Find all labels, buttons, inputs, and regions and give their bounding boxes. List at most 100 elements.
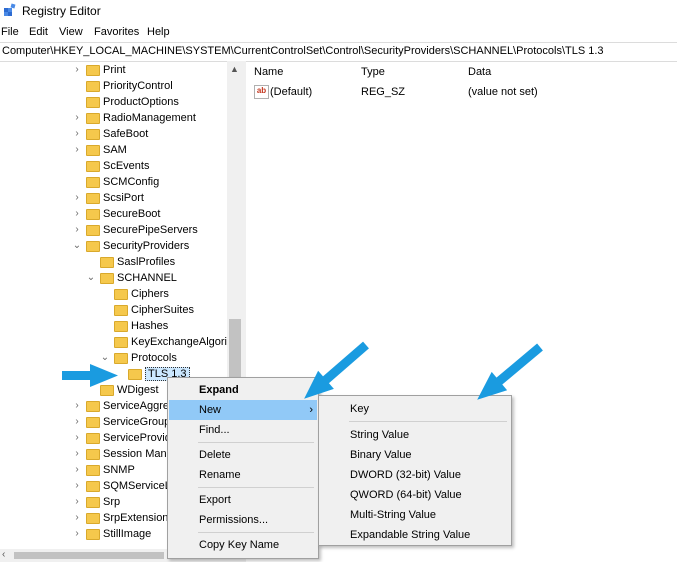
tree-item[interactable]: ⌄ Protocols (0, 351, 227, 367)
expand-chevron-icon[interactable]: › (72, 64, 82, 75)
expand-chevron-icon[interactable]: › (72, 192, 82, 203)
tree-item[interactable]: ⌄ SecurityProviders (0, 239, 227, 255)
menu-favorites[interactable]: Favorites (94, 26, 139, 38)
tree-item[interactable]: Ciphers (0, 287, 227, 303)
expand-chevron-icon[interactable]: › (72, 432, 82, 443)
tree-item[interactable]: › ScsiPort (0, 191, 227, 207)
folder-icon (86, 113, 100, 124)
context-item-expand[interactable]: Expand (169, 380, 317, 400)
expand-chevron-icon[interactable]: › (72, 224, 82, 235)
tree-item-label: StillImage (103, 528, 152, 540)
tree-item[interactable]: CipherSuites (0, 303, 227, 319)
column-header-type[interactable]: Type (361, 66, 385, 78)
expand-chevron-icon[interactable]: › (72, 512, 82, 523)
tree-item[interactable]: › SafeBoot (0, 127, 227, 143)
expand-chevron-icon[interactable]: › (72, 464, 82, 475)
folder-icon (114, 289, 128, 300)
expand-chevron-icon[interactable]: › (72, 128, 82, 139)
expand-chevron-icon[interactable]: › (72, 112, 82, 123)
folder-icon (86, 193, 100, 204)
expand-chevron-icon[interactable]: › (72, 496, 82, 507)
new-item-string-value[interactable]: String Value (320, 425, 510, 445)
menu-help[interactable]: Help (147, 26, 170, 38)
string-value-icon: ab (254, 85, 269, 99)
tree-item[interactable]: ScEvents (0, 159, 227, 175)
expand-chevron-icon[interactable]: › (72, 528, 82, 539)
context-item-permissions[interactable]: Permissions... (169, 510, 317, 530)
collapse-chevron-icon[interactable]: ⌄ (86, 272, 96, 283)
tree-item[interactable]: PriorityControl (0, 79, 227, 95)
context-item-label: Permissions... (199, 514, 269, 526)
column-header-name[interactable]: Name (254, 66, 283, 78)
tree-item-label: ServiceAggreg (103, 400, 176, 412)
new-item-dword-32-bit-value[interactable]: DWORD (32-bit) Value (320, 465, 510, 485)
menu-file[interactable]: File (1, 26, 19, 38)
context-item-label: Export (199, 494, 231, 506)
new-item-qword-64-bit-value[interactable]: QWORD (64-bit) Value (320, 485, 510, 505)
folder-icon (100, 273, 114, 284)
folder-icon (86, 465, 100, 476)
expand-chevron-icon[interactable]: › (72, 416, 82, 427)
folder-icon (86, 177, 100, 188)
tree-item-label: SecurePipeServers (103, 224, 198, 236)
folder-icon (86, 129, 100, 140)
new-item-binary-value[interactable]: Binary Value (320, 445, 510, 465)
context-item-copy-key-name[interactable]: Copy Key Name (169, 535, 317, 555)
new-item-label: QWORD (64-bit) Value (350, 489, 462, 501)
new-item-expandable-string-value[interactable]: Expandable String Value (320, 525, 510, 545)
tree-item[interactable]: › SecurePipeServers (0, 223, 227, 239)
expand-chevron-icon[interactable]: › (72, 400, 82, 411)
folder-icon (86, 161, 100, 172)
folder-icon (86, 513, 100, 524)
new-item-label: Key (350, 403, 369, 415)
context-item-new[interactable]: New › (169, 400, 317, 420)
tree-item[interactable]: KeyExchangeAlgorit (0, 335, 230, 351)
address-bar[interactable]: Computer\HKEY_LOCAL_MACHINE\SYSTEM\Curre… (0, 42, 677, 62)
folder-icon (86, 433, 100, 444)
tree-item[interactable]: Hashes (0, 319, 227, 335)
new-item-label: Expandable String Value (350, 529, 471, 541)
folder-icon (86, 97, 100, 108)
tree-item[interactable]: › RadioManagement (0, 111, 227, 127)
title-bar: Registry Editor (0, 0, 677, 22)
hscrollbar-thumb[interactable] (14, 552, 164, 559)
context-menu: Expand New › Find... Delete Rename Export Permi… (167, 377, 319, 559)
column-header-data[interactable]: Data (468, 66, 491, 78)
context-item-rename[interactable]: Rename (169, 465, 317, 485)
tree-item-label: Srp (103, 496, 121, 508)
scroll-up-icon[interactable]: ▲ (230, 64, 239, 74)
folder-icon (86, 145, 100, 156)
tree-item-label: Ciphers (131, 288, 169, 300)
collapse-chevron-icon[interactable]: ⌄ (100, 352, 110, 363)
menu-edit[interactable]: Edit (29, 26, 48, 38)
tree-item[interactable]: SCMConfig (0, 175, 227, 191)
tree-item[interactable]: › SAM (0, 143, 227, 159)
folder-icon (100, 257, 114, 268)
expand-chevron-icon[interactable]: › (72, 480, 82, 491)
scroll-left-icon[interactable]: ‹ (2, 549, 5, 560)
new-item-key[interactable]: Key (320, 399, 510, 419)
tree-item-label: ServiceProvid (103, 432, 171, 444)
tree-item[interactable]: › SecureBoot (0, 207, 227, 223)
expand-chevron-icon[interactable]: › (72, 144, 82, 155)
collapse-chevron-icon[interactable]: ⌄ (72, 240, 82, 251)
new-item-label: String Value (350, 429, 410, 441)
tree-item[interactable]: › Print (0, 63, 227, 79)
menu-view[interactable]: View (59, 26, 83, 38)
tree-item-label: SrpExtensionC (103, 512, 177, 524)
expand-chevron-icon[interactable]: › (72, 448, 82, 459)
registry-editor-icon (4, 3, 16, 16)
tree-item-label: Protocols (131, 352, 177, 364)
address-path[interactable]: Computer\HKEY_LOCAL_MACHINE\SYSTEM\Curre… (2, 45, 604, 57)
tree-item[interactable]: ⌄ SCHANNEL (0, 271, 227, 287)
context-item-delete[interactable]: Delete (169, 445, 317, 465)
expand-chevron-icon[interactable]: › (72, 208, 82, 219)
tree-item[interactable]: ProductOptions (0, 95, 227, 111)
value-name[interactable]: (Default) (270, 86, 312, 98)
context-item-find[interactable]: Find... (169, 420, 317, 440)
new-item-label: Binary Value (350, 449, 412, 461)
context-item-export[interactable]: Export (169, 490, 317, 510)
new-item-multi-string-value[interactable]: Multi-String Value (320, 505, 510, 525)
tree-item[interactable]: SaslProfiles (0, 255, 227, 271)
tree-item-label: ProductOptions (103, 96, 179, 108)
